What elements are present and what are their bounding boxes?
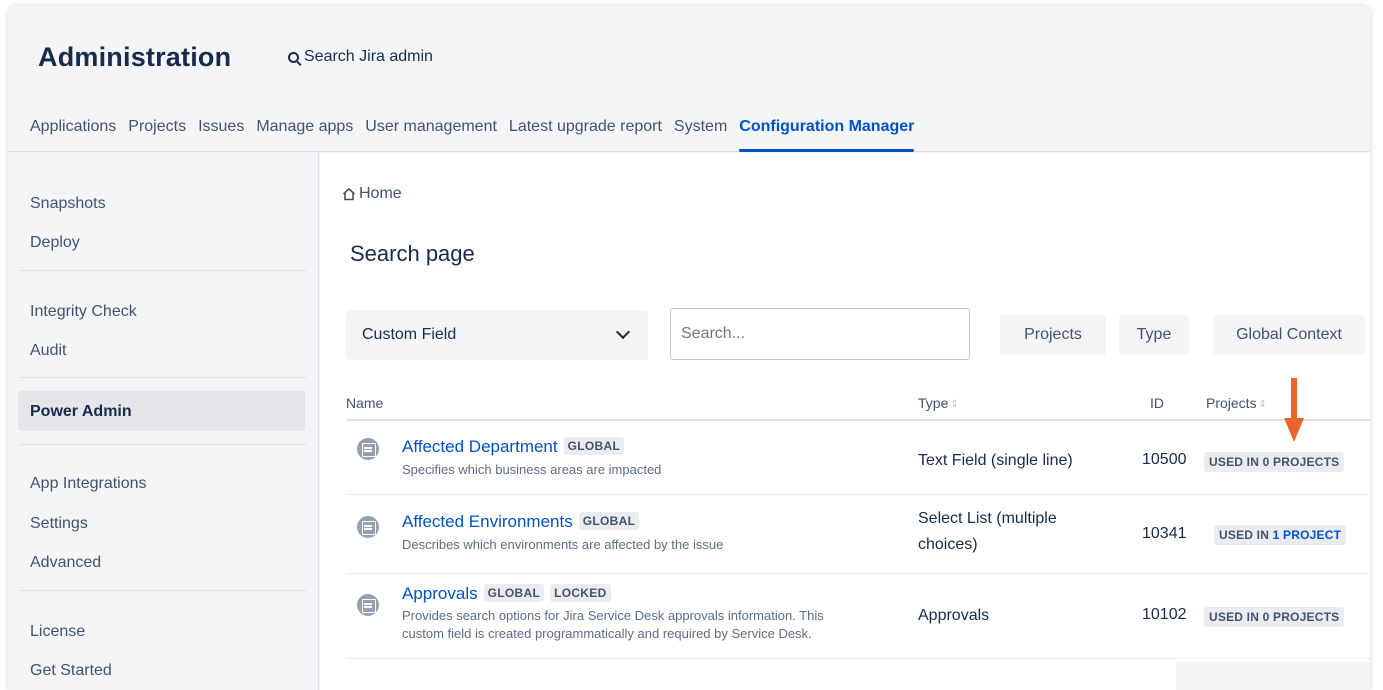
- breadcrumb-home: Home: [359, 185, 402, 202]
- sort-icon: ⇕: [950, 399, 959, 410]
- custom-field-icon: [357, 438, 379, 460]
- field-id: 10500: [1142, 451, 1187, 468]
- sidebar-item-advanced[interactable]: Advanced: [30, 554, 101, 572]
- row-divider: [346, 573, 1370, 574]
- home-icon: [342, 188, 356, 201]
- column-header-name[interactable]: Name: [346, 395, 383, 411]
- breadcrumb[interactable]: Home: [342, 185, 402, 203]
- usage-prefix: USED IN: [1219, 528, 1273, 542]
- column-header-type[interactable]: Type ⇕: [918, 395, 959, 411]
- tab-system[interactable]: System: [674, 116, 739, 152]
- admin-title: Administration: [38, 42, 232, 72]
- column-header-name-label: Name: [346, 395, 384, 411]
- search-icon: [288, 51, 299, 63]
- main-content: Home Search page Custom Field Projects T…: [320, 153, 1370, 690]
- field-description-line-2: custom field is created programmatically…: [402, 626, 812, 641]
- top-navigation: Applications Projects Issues Manage apps…: [30, 116, 926, 152]
- usage-suffix: PROJECTS: [1269, 610, 1340, 624]
- global-badge: GLOBAL: [578, 512, 640, 530]
- column-header-id[interactable]: ID: [1150, 395, 1164, 411]
- global-badge: GLOBAL: [483, 584, 545, 602]
- usage-prefix: USED IN: [1209, 610, 1263, 624]
- projects-usage-badge[interactable]: USED IN 1 PROJECT: [1214, 525, 1347, 545]
- global-badge: GLOBAL: [563, 437, 625, 455]
- tab-configuration-manager[interactable]: Configuration Manager: [739, 116, 926, 152]
- field-type-line-1: Select List (multiple: [918, 510, 1057, 527]
- field-name-text: Approvals: [402, 584, 478, 603]
- tab-applications[interactable]: Applications: [30, 116, 128, 152]
- annotation-arrow-icon: [1284, 378, 1304, 442]
- column-header-projects[interactable]: Projects ⇕: [1206, 395, 1267, 411]
- usage-suffix: PROJECT: [1279, 528, 1342, 542]
- row-divider: [346, 494, 1370, 495]
- custom-field-icon: [357, 516, 379, 538]
- field-type-select[interactable]: Custom Field: [346, 310, 648, 360]
- field-description-line-1: Provides search options for Jira Service…: [402, 608, 824, 623]
- column-header-projects-label: Projects: [1206, 395, 1257, 411]
- chevron-down-icon: [615, 324, 631, 340]
- column-header-id-label: ID: [1150, 395, 1164, 411]
- page-title: Search page: [350, 241, 475, 266]
- global-context-filter-button[interactable]: Global Context: [1213, 315, 1365, 355]
- field-type-line-2: choices): [918, 536, 978, 553]
- row-divider: [346, 658, 1370, 659]
- custom-field-icon: [357, 594, 379, 616]
- admin-search[interactable]: Search Jira admin: [288, 48, 433, 66]
- field-id: 10102: [1142, 606, 1187, 623]
- sidebar-divider: [20, 590, 306, 591]
- sidebar-item-deploy[interactable]: Deploy: [30, 234, 80, 252]
- field-name-link[interactable]: Affected Environments GLOBAL: [402, 512, 640, 532]
- sidebar-divider: [20, 444, 306, 445]
- projects-filter-button[interactable]: Projects: [1000, 315, 1106, 355]
- locked-badge: LOCKED: [550, 584, 611, 602]
- tab-manage-apps[interactable]: Manage apps: [256, 116, 365, 152]
- table-header-divider: [346, 419, 1370, 421]
- admin-header: Administration Search Jira admin Applica…: [8, 6, 1370, 152]
- projects-usage-badge[interactable]: USED IN 0 PROJECTS: [1204, 452, 1345, 472]
- column-header-type-label: Type: [918, 395, 949, 411]
- sidebar-item-settings[interactable]: Settings: [30, 515, 88, 533]
- field-name-text: Affected Environments: [402, 512, 573, 531]
- field-description: Describes which environments are affecte…: [402, 537, 724, 552]
- tab-user-management[interactable]: User management: [365, 116, 509, 152]
- field-name-link[interactable]: Affected Department GLOBAL: [402, 437, 625, 457]
- sidebar-item-power-admin-label: Power Admin: [30, 403, 132, 420]
- field-name-link[interactable]: Approvals GLOBAL LOCKED: [402, 584, 611, 604]
- sidebar-item-license[interactable]: License: [30, 623, 85, 641]
- sidebar-divider: [20, 377, 306, 378]
- corner-strip: [1176, 662, 1370, 690]
- admin-window: Administration Search Jira admin Applica…: [8, 6, 1370, 690]
- type-filter-button[interactable]: Type: [1119, 315, 1189, 355]
- field-type: Approvals: [918, 607, 990, 624]
- usage-suffix: PROJECTS: [1269, 455, 1340, 469]
- field-description: Specifies which business areas are impac…: [402, 462, 662, 477]
- sidebar-item-get-started[interactable]: Get Started: [30, 662, 112, 680]
- sidebar-item-snapshots[interactable]: Snapshots: [30, 195, 106, 213]
- tab-latest-upgrade-report[interactable]: Latest upgrade report: [509, 116, 674, 152]
- sidebar: Snapshots Deploy Integrity Check Audit P…: [8, 153, 319, 690]
- sidebar-item-app-integrations[interactable]: App Integrations: [30, 475, 147, 493]
- tab-projects[interactable]: Projects: [128, 116, 198, 152]
- sidebar-divider: [20, 270, 306, 271]
- field-type: Text Field (single line): [918, 452, 1073, 469]
- sort-icon: ⇕: [1258, 399, 1267, 410]
- admin-search-label: Search Jira admin: [304, 48, 433, 65]
- field-type-select-value: Custom Field: [362, 326, 457, 343]
- sidebar-item-audit[interactable]: Audit: [30, 342, 66, 360]
- search-input[interactable]: [670, 308, 970, 360]
- usage-prefix: USED IN: [1209, 455, 1263, 469]
- sidebar-item-integrity-check[interactable]: Integrity Check: [30, 303, 137, 321]
- field-name-text: Affected Department: [402, 437, 558, 456]
- tab-issues[interactable]: Issues: [198, 116, 256, 152]
- projects-usage-badge[interactable]: USED IN 0 PROJECTS: [1204, 607, 1345, 627]
- field-id: 10341: [1142, 525, 1187, 542]
